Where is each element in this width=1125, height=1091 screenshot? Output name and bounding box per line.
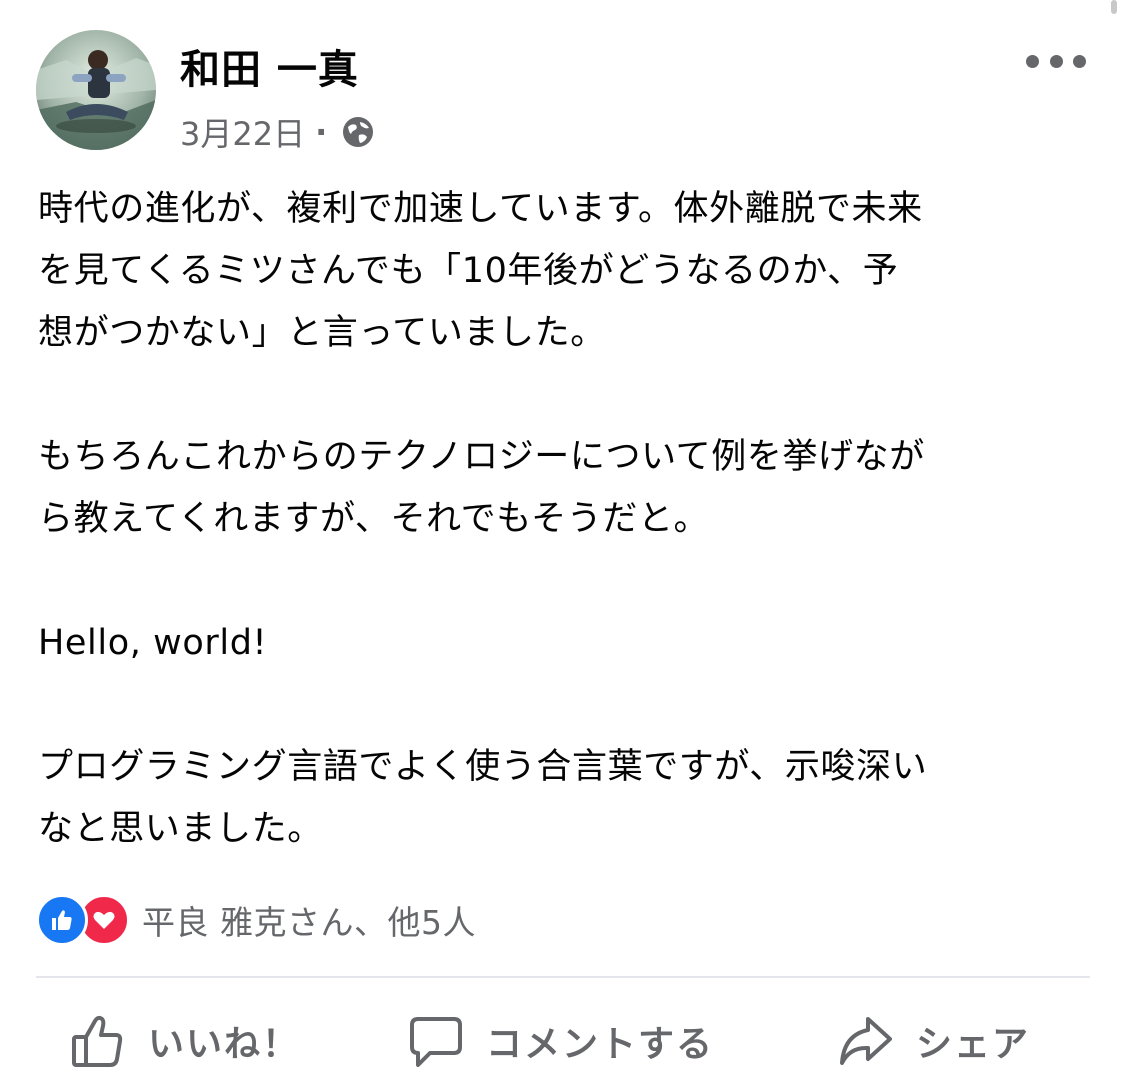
meta-separator: · — [315, 113, 328, 151]
reactions-text: 平良 雅克さん、他5人 — [142, 903, 476, 942]
more-dot — [1049, 54, 1063, 68]
facebook-post: 和田 一真 3月22日 · 時代の進化が、複利で加速しています。体外離脱で未来 … — [0, 0, 1125, 1091]
post-body-blank-line — [38, 674, 1098, 736]
post-meta: 3月22日 · — [180, 110, 375, 154]
post-body-line: なと思いました。 — [38, 809, 323, 849]
like-label: いいね！ — [148, 1024, 301, 1065]
reactions-summary[interactable]: 平良 雅克さん、他5人 — [36, 892, 476, 948]
post-actions: いいね！ コメントする シェア — [0, 1000, 1125, 1080]
like-button[interactable]: いいね！ — [70, 1006, 300, 1076]
post-body-line: ら教えてくれますが、それでもそうだと。 — [38, 499, 710, 539]
share-arrow-icon — [840, 1017, 892, 1065]
post-date[interactable]: 3月22日 — [180, 109, 305, 155]
more-dot — [1026, 54, 1039, 68]
divider — [36, 976, 1090, 978]
post-body-line: Hello, world! — [38, 623, 268, 663]
post-body-line: もちろんこれからのテクノロジーについて例を挙げなが — [38, 437, 925, 477]
comment-label: コメントする — [486, 1024, 715, 1065]
post-body-line: 時代の進化が、複利で加速しています。体外離脱で未来 — [38, 189, 923, 229]
author-avatar[interactable] — [36, 30, 156, 150]
post-body-blank-line — [38, 550, 1098, 612]
post-body: 時代の進化が、複利で加速しています。体外離脱で未来 を見てくるミツさんでも「10… — [38, 178, 1098, 860]
share-label: シェア — [916, 1024, 1031, 1065]
globe-icon — [341, 115, 375, 149]
post-header: 和田 一真 3月22日 · — [36, 30, 1096, 154]
share-button[interactable]: シェア — [838, 1006, 1030, 1076]
more-dot — [1073, 54, 1086, 68]
thumbs-up-icon — [72, 1015, 123, 1067]
comment-bubble-icon — [410, 1017, 462, 1067]
author-name[interactable]: 和田 一真 — [180, 44, 359, 96]
post-body-line: を見てくるミツさんでも「10年後がどうなるのか、予 — [38, 251, 899, 291]
post-body-line: プログラミング言語でよく使う合言葉ですが、示唆深い — [38, 747, 928, 787]
like-reaction-icon — [36, 894, 88, 946]
post-body-line: 想がつかない」と言っていました。 — [38, 313, 606, 353]
more-options-button[interactable] — [1026, 46, 1086, 76]
post-body-blank-line — [38, 364, 1098, 426]
comment-button[interactable]: コメントする — [408, 1006, 714, 1076]
